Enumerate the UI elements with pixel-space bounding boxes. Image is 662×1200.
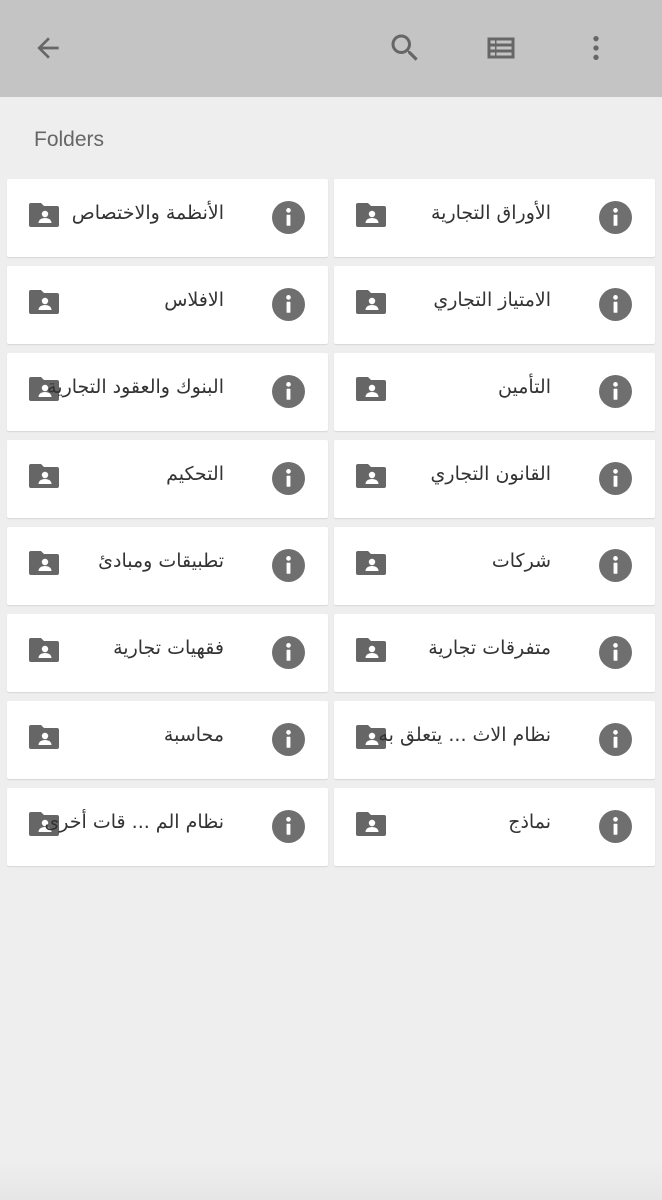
folder-card[interactable]: التأمين bbox=[334, 353, 655, 431]
info-icon[interactable] bbox=[272, 201, 305, 234]
folder-title: القانون التجاري bbox=[430, 463, 551, 485]
folder-card[interactable]: الامتياز التجاري bbox=[334, 266, 655, 344]
info-icon[interactable] bbox=[272, 723, 305, 756]
section-title: Folders bbox=[34, 128, 105, 151]
folder-title: التحكيم bbox=[166, 463, 224, 485]
folder-title: تطبيقات ومبادئ bbox=[98, 550, 224, 572]
shared-folder-icon bbox=[356, 203, 386, 227]
shared-folder-icon-svg bbox=[356, 464, 386, 488]
shared-folder-icon-svg bbox=[29, 638, 59, 662]
folder-title: متفرقات تجارية bbox=[428, 637, 551, 659]
folder-title: نظام الم ... قات أخرى bbox=[44, 811, 224, 833]
folder-card[interactable]: الافلاس bbox=[7, 266, 328, 344]
shared-folder-icon bbox=[356, 464, 386, 488]
info-icon[interactable] bbox=[599, 288, 632, 321]
folder-title: الافلاس bbox=[164, 289, 224, 311]
folder-card[interactable]: نماذج bbox=[334, 788, 655, 866]
folder-card[interactable]: البنوك والعقود التجارية bbox=[7, 353, 328, 431]
shared-folder-icon-svg bbox=[29, 290, 59, 314]
folder-card[interactable]: محاسبة bbox=[7, 701, 328, 779]
folder-card[interactable]: الأنظمة والاختصاص bbox=[7, 179, 328, 257]
shared-folder-icon bbox=[29, 290, 59, 314]
back-button[interactable] bbox=[24, 24, 72, 72]
folder-title: الأنظمة والاختصاص bbox=[71, 202, 224, 224]
search-icon bbox=[391, 34, 418, 61]
shared-folder-icon-svg bbox=[356, 551, 386, 575]
info-icon[interactable] bbox=[272, 636, 305, 669]
folder-grid: الأنظمة والاختصاص الأوراق التجارية الافلاس… bbox=[7, 179, 655, 866]
folder-card[interactable]: متفرقات تجارية bbox=[334, 614, 655, 692]
info-icon[interactable] bbox=[599, 201, 632, 234]
app-bar bbox=[0, 0, 662, 97]
info-icon[interactable] bbox=[599, 723, 632, 756]
folder-title: نماذج bbox=[508, 811, 551, 833]
shared-folder-icon bbox=[29, 725, 59, 749]
more-vert-icon bbox=[593, 36, 599, 60]
shared-folder-icon-svg bbox=[29, 725, 59, 749]
info-icon[interactable] bbox=[272, 810, 305, 843]
shared-folder-icon-svg bbox=[356, 203, 386, 227]
list-view-button[interactable] bbox=[477, 24, 525, 72]
folder-title: الأوراق التجارية bbox=[430, 202, 551, 224]
info-icon[interactable] bbox=[599, 636, 632, 669]
shared-folder-icon bbox=[356, 551, 386, 575]
folder-title: التأمين bbox=[498, 376, 551, 398]
folder-card[interactable]: التحكيم bbox=[7, 440, 328, 518]
shared-folder-icon-svg bbox=[356, 812, 386, 836]
shared-folder-icon-svg bbox=[356, 377, 386, 401]
folder-card[interactable]: فقهيات تجارية bbox=[7, 614, 328, 692]
shared-folder-icon-svg bbox=[356, 638, 386, 662]
info-icon[interactable] bbox=[272, 288, 305, 321]
folder-title: شركات bbox=[491, 550, 551, 572]
shared-folder-icon bbox=[356, 377, 386, 401]
folder-card[interactable]: نظام الم ... قات أخرى bbox=[7, 788, 328, 866]
folder-title: الامتياز التجاري bbox=[433, 289, 551, 311]
shared-folder-icon-svg bbox=[356, 290, 386, 314]
shared-folder-icon bbox=[29, 551, 59, 575]
shared-folder-icon-svg bbox=[29, 464, 59, 488]
info-icon[interactable] bbox=[272, 375, 305, 408]
folder-card[interactable]: الأوراق التجارية bbox=[334, 179, 655, 257]
arrow-back-icon bbox=[37, 37, 59, 59]
more-options-button[interactable] bbox=[572, 24, 620, 72]
shared-folder-icon bbox=[29, 464, 59, 488]
folder-card[interactable]: القانون التجاري bbox=[334, 440, 655, 518]
folder-card[interactable]: نظام الاث ... يتعلق به bbox=[334, 701, 655, 779]
folder-title: نظام الاث ... يتعلق به bbox=[378, 724, 551, 746]
info-icon[interactable] bbox=[599, 462, 632, 495]
folder-card[interactable]: تطبيقات ومبادئ bbox=[7, 527, 328, 605]
shared-folder-icon bbox=[356, 812, 386, 836]
folder-title: محاسبة bbox=[163, 724, 224, 746]
shared-folder-icon bbox=[29, 638, 59, 662]
info-icon[interactable] bbox=[272, 462, 305, 495]
list-view-icon bbox=[487, 37, 515, 59]
folder-title: فقهيات تجارية bbox=[113, 637, 224, 659]
search-button[interactable] bbox=[381, 24, 429, 72]
shared-folder-icon-svg bbox=[29, 551, 59, 575]
info-icon[interactable] bbox=[599, 549, 632, 582]
info-icon[interactable] bbox=[599, 810, 632, 843]
shared-folder-icon bbox=[29, 203, 59, 227]
shared-folder-icon bbox=[356, 638, 386, 662]
shared-folder-icon bbox=[356, 290, 386, 314]
folder-title: البنوك والعقود التجارية bbox=[47, 376, 224, 398]
info-icon[interactable] bbox=[272, 549, 305, 582]
info-icon[interactable] bbox=[599, 375, 632, 408]
shared-folder-icon-svg bbox=[29, 203, 59, 227]
folder-card[interactable]: شركات bbox=[334, 527, 655, 605]
bottom-fade bbox=[0, 1160, 662, 1200]
